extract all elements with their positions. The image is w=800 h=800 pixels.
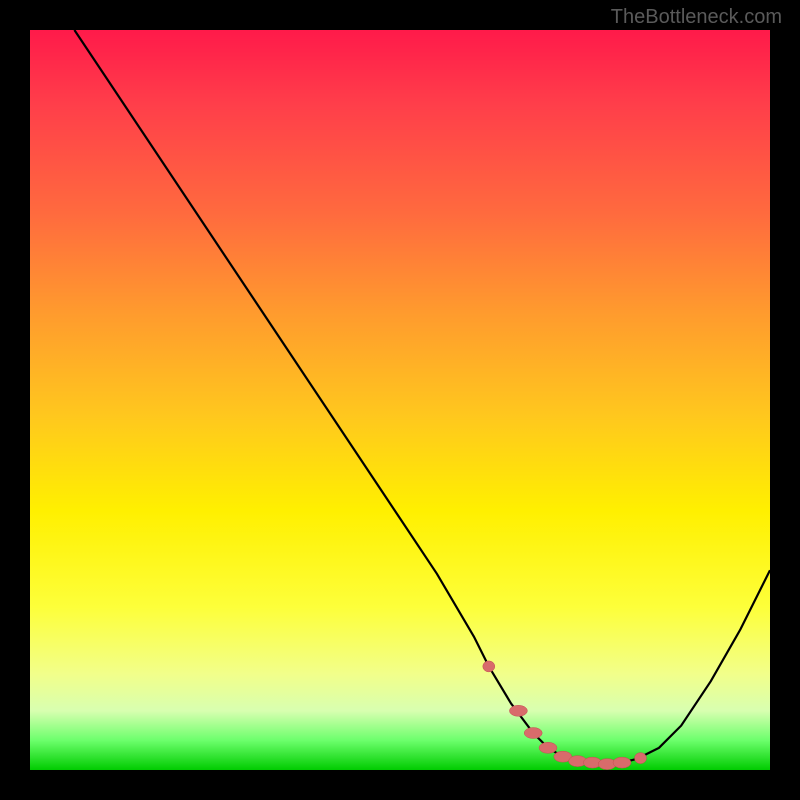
- curve-marker: [539, 742, 557, 753]
- curve-marker: [509, 705, 527, 716]
- chart-svg: [30, 30, 770, 770]
- plot-area: [30, 30, 770, 770]
- marker-group: [483, 661, 647, 770]
- curve-marker: [524, 728, 542, 739]
- curve-marker: [635, 753, 647, 764]
- bottleneck-curve-line: [74, 30, 770, 764]
- curve-marker: [483, 661, 495, 672]
- curve-marker: [613, 757, 631, 768]
- watermark-text: TheBottleneck.com: [611, 6, 782, 29]
